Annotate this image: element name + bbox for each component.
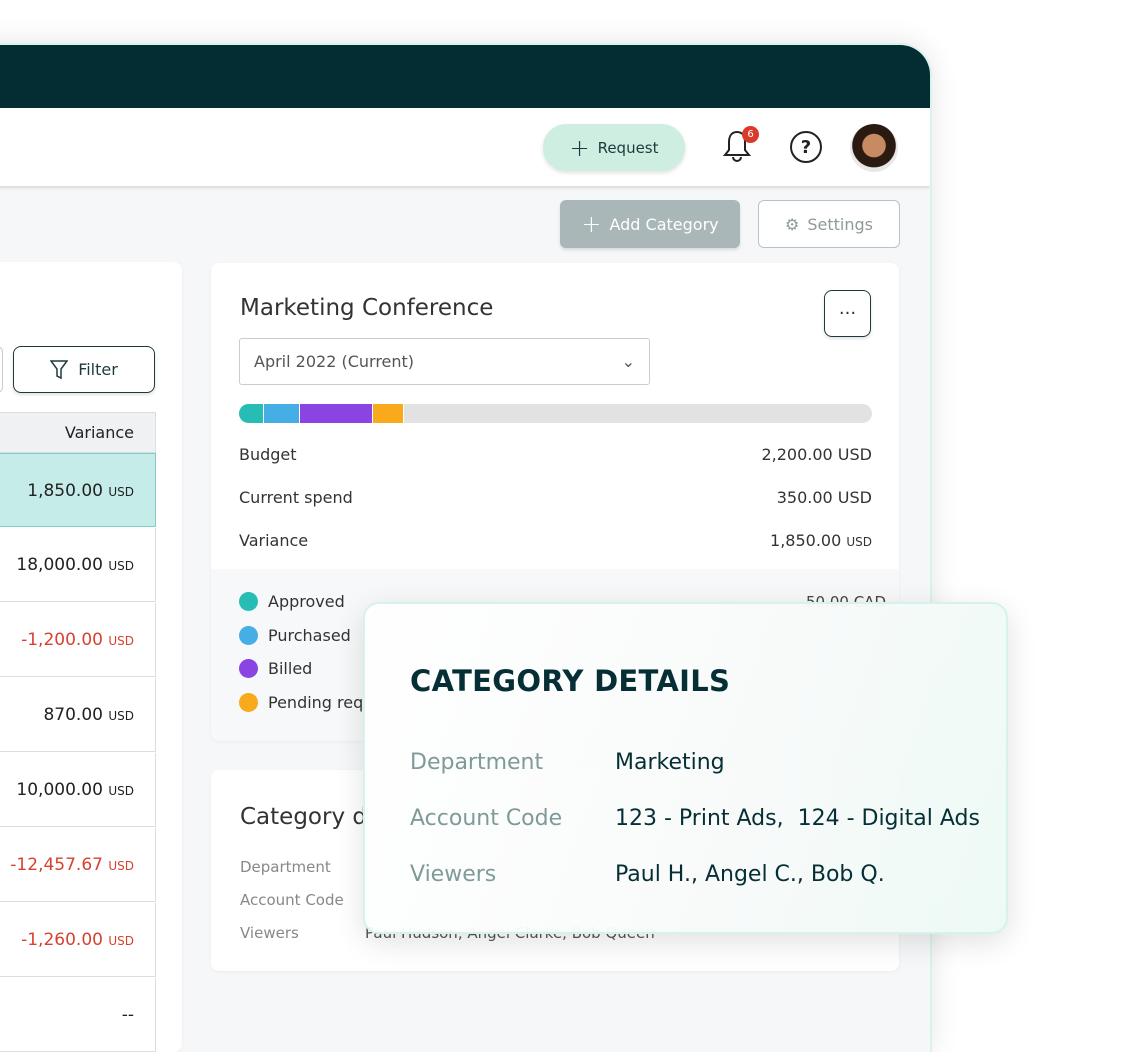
currency-unit: USD: [108, 859, 134, 873]
spend-value: 350.00 USD: [776, 488, 872, 507]
progress-segment-purchased: [264, 404, 301, 423]
more-options-button[interactable]: ···: [824, 290, 871, 337]
details-title: Category d: [240, 804, 367, 830]
currency-unit: USD: [108, 709, 134, 723]
budget-value: 2,200.00 USD: [761, 445, 872, 464]
currency-unit: USD: [108, 485, 134, 499]
legend-label: Billed: [268, 659, 313, 678]
currency-unit: USD: [108, 784, 134, 798]
currency-unit: USD: [108, 559, 134, 573]
period-value: April 2022 (Current): [254, 352, 415, 371]
variance-value: -1,200.00: [21, 630, 103, 650]
table-row[interactable]: 870.00 USD: [0, 678, 156, 752]
variance-row: Variance 1,850.00 USD: [239, 531, 872, 550]
request-label: Request: [597, 138, 659, 157]
table-row[interactable]: -12,457.67 USD: [0, 828, 156, 902]
variance-value: 1,850.00: [27, 481, 103, 501]
notifications-button[interactable]: 6: [722, 126, 759, 164]
progress-segment-pending: [372, 404, 405, 423]
top-bar: + Request 6 ?: [0, 108, 930, 186]
currency-unit: USD: [108, 934, 134, 948]
status-dot-icon: [239, 625, 258, 645]
avatar[interactable]: [850, 124, 898, 172]
gear-icon: ⚙: [785, 214, 800, 234]
legend-item: Pending req: [239, 692, 364, 712]
table-row[interactable]: 10,000.00 USD: [0, 753, 156, 827]
spend-progress-bar: [239, 404, 872, 423]
add-category-button[interactable]: + Add Category: [560, 200, 740, 248]
plus-icon: +: [569, 133, 590, 162]
variance-value: 10,000.00: [16, 780, 103, 800]
department-value: Marketing: [615, 750, 725, 775]
table-row[interactable]: -1,200.00 USD: [0, 603, 156, 677]
variance-value: 1,850.00 USD: [770, 531, 872, 550]
variance-label: Variance: [239, 531, 309, 550]
table-row[interactable]: -1,260.00 USD: [0, 903, 156, 977]
period-select[interactable]: April 2022 (Current) ⌄: [239, 338, 650, 385]
add-category-label: Add Category: [609, 214, 719, 234]
help-icon[interactable]: ?: [790, 131, 822, 163]
legend-label: Approved: [268, 592, 345, 611]
legend-label: Pending req: [268, 692, 364, 712]
legend-item: Purchased: [239, 625, 351, 645]
department-label: Department: [240, 858, 331, 876]
category-details-popover: CATEGORY DETAILS Department Marketing Ac…: [363, 602, 1008, 934]
settings-button[interactable]: ⚙ Settings: [758, 200, 900, 248]
progress-segment-billed: [300, 404, 373, 423]
progress-segment-approved: [239, 404, 265, 423]
ellipsis-icon: ···: [838, 303, 857, 324]
variance-value: 18,000.00: [16, 555, 103, 575]
variance-value: --: [121, 1005, 134, 1025]
status-dot-icon: [239, 692, 258, 712]
spend-row: Current spend 350.00 USD: [239, 488, 872, 507]
viewers-value: Paul H., Angel C., Bob Q.: [615, 862, 885, 887]
column-header-variance[interactable]: Variance: [0, 412, 156, 453]
legend-item: Approved: [239, 592, 345, 611]
legend-label: Purchased: [268, 625, 351, 645]
spend-label: Current spend: [239, 488, 353, 507]
account-code-label: Account Code: [410, 806, 563, 831]
variance-value: -1,260.00: [21, 930, 103, 950]
plus-icon: +: [581, 210, 602, 238]
settings-label: Settings: [807, 214, 873, 234]
viewers-label: Viewers: [410, 862, 497, 887]
department-label: Department: [410, 750, 544, 775]
table-row[interactable]: 1,850.00 USD: [0, 453, 156, 527]
budget-row: Budget 2,200.00 USD: [239, 445, 872, 464]
table-row[interactable]: --: [0, 978, 156, 1052]
status-dot-icon: [239, 659, 258, 678]
legend-item: Billed: [239, 659, 312, 678]
variance-value: -12,457.67: [10, 855, 103, 875]
notification-badge: 6: [742, 126, 759, 143]
filter-label: Filter: [78, 360, 118, 379]
account-code-label: Account Code: [240, 891, 344, 909]
account-code-value: 123 - Print Ads, 124 - Digital Ads: [615, 806, 980, 831]
request-button[interactable]: + Request: [543, 124, 685, 171]
chevron-down-icon: ⌄: [621, 352, 635, 371]
budget-table-card: Filter Variance 1,850.00 USD 18,000.00 US…: [0, 262, 182, 1052]
status-dot-icon: [239, 592, 258, 611]
filter-button[interactable]: Filter: [13, 346, 155, 393]
category-title: Marketing Conference: [240, 295, 494, 321]
search-input[interactable]: [0, 346, 3, 393]
budget-label: Budget: [239, 445, 297, 464]
viewers-label: Viewers: [240, 924, 299, 942]
variance-value: 870.00: [43, 705, 103, 725]
filter-icon: [50, 359, 69, 379]
table-row[interactable]: 18,000.00 USD: [0, 528, 156, 602]
currency-unit: USD: [108, 634, 134, 648]
popover-title: CATEGORY DETAILS: [410, 664, 731, 698]
app-header: [0, 45, 930, 108]
